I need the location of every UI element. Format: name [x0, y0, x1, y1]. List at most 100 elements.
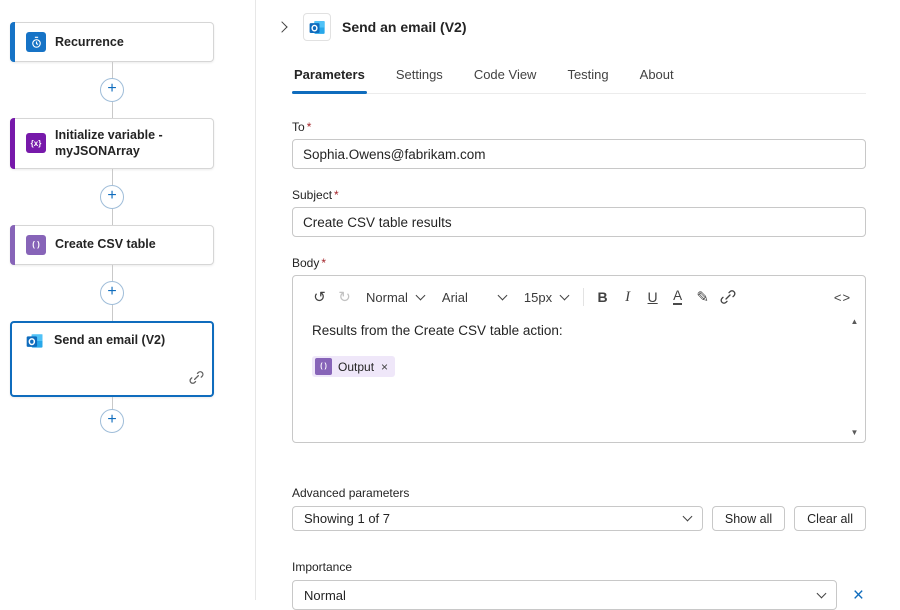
node-label: Create CSV table: [55, 236, 156, 252]
advanced-parameters-dropdown[interactable]: Showing 1 of 7: [292, 506, 703, 531]
flow-column: Recurrence + {x} Initialize variable - m…: [10, 22, 214, 445]
chevron-down-icon: [560, 290, 570, 300]
chevron-down-icon: [682, 512, 692, 522]
label-text: Body: [292, 256, 319, 270]
insert-step-button[interactable]: +: [100, 185, 124, 209]
redo-icon[interactable]: ↻: [332, 284, 357, 310]
outlook-icon: [303, 13, 331, 41]
tab-parameters[interactable]: Parameters: [292, 61, 367, 93]
recurrence-icon: [26, 32, 46, 52]
node-footer: [25, 360, 204, 390]
dropdown-value: Showing 1 of 7: [304, 511, 390, 526]
flow-connector: +: [10, 62, 214, 118]
to-label: To*: [292, 120, 866, 134]
italic-icon[interactable]: I: [615, 284, 640, 310]
body-label: Body*: [292, 256, 866, 270]
flow-node-send-email-selected[interactable]: Send an email (V2): [10, 321, 214, 397]
underline-icon[interactable]: U: [640, 284, 665, 310]
scroll-up-icon[interactable]: ▲: [851, 318, 859, 326]
body-field: Body* ↺ ↻ Normal Arial: [292, 256, 866, 443]
required-asterisk: *: [334, 188, 339, 202]
required-asterisk: *: [307, 120, 312, 134]
editor-toolbar: ↺ ↻ Normal Arial 15px: [293, 276, 865, 314]
body-text: Results from the Create CSV table action…: [312, 323, 831, 338]
node-label: Initialize variable - myJSONArray: [55, 127, 203, 160]
collapse-panel-button[interactable]: [272, 15, 292, 39]
size-value: 15px: [524, 290, 552, 305]
scroll-down-icon[interactable]: ▼: [851, 429, 859, 437]
link-icon[interactable]: [189, 370, 204, 390]
font-family-dropdown[interactable]: Arial: [433, 284, 515, 310]
editor-scrollbar[interactable]: ▲ ▼: [848, 318, 861, 437]
power-automate-designer: Recurrence + {x} Initialize variable - m…: [0, 0, 900, 600]
parameters-form: To* Subject* Body* ↺ ↻: [292, 120, 866, 610]
plus-icon: +: [107, 188, 116, 204]
font-color-glyph: A: [673, 289, 682, 306]
bold-icon[interactable]: B: [590, 284, 615, 310]
dropdown-value: Normal: [304, 588, 346, 603]
token-label: Output: [338, 360, 374, 374]
plus-icon: +: [107, 81, 116, 97]
font-color-icon[interactable]: A: [665, 284, 690, 310]
font-size-dropdown[interactable]: 15px: [515, 284, 577, 310]
action-panel: Send an email (V2) Parameters Settings C…: [256, 0, 900, 600]
insert-step-button[interactable]: +: [100, 78, 124, 102]
to-field: To*: [292, 120, 866, 169]
initialize-variable-icon: {x}: [26, 133, 46, 153]
flow-connector: +: [10, 265, 214, 321]
tab-about[interactable]: About: [638, 61, 676, 93]
remove-importance-icon[interactable]: ×: [851, 586, 866, 605]
flow-connector: +: [10, 169, 214, 225]
tab-code-view[interactable]: Code View: [472, 61, 539, 93]
chevron-right-icon: [276, 21, 287, 32]
panel-tabs: Parameters Settings Code View Testing Ab…: [292, 61, 866, 94]
subject-field: Subject*: [292, 188, 866, 237]
create-csv-table-icon: ( ): [26, 235, 46, 255]
subject-label: Subject*: [292, 188, 866, 202]
clear-all-button[interactable]: Clear all: [794, 506, 866, 531]
panel-header: Send an email (V2): [272, 13, 900, 41]
insert-step-button[interactable]: +: [100, 409, 124, 433]
flow-node-initialize-variable[interactable]: {x} Initialize variable - myJSONArray: [10, 118, 214, 169]
output-token-chip[interactable]: ( ) Output ×: [312, 356, 395, 377]
flow-connector: +: [10, 397, 214, 445]
chevron-down-icon: [415, 290, 425, 300]
importance-label: Importance: [292, 560, 866, 574]
node-header: Send an email (V2): [25, 331, 204, 351]
insert-step-button[interactable]: +: [100, 281, 124, 305]
advanced-parameters-row: Showing 1 of 7 Show all Clear all: [292, 506, 866, 531]
email-body-content[interactable]: Results from the Create CSV table action…: [293, 314, 865, 377]
importance-row: Normal ×: [292, 580, 866, 610]
rich-text-editor: ↺ ↻ Normal Arial 15px: [292, 275, 866, 443]
importance-dropdown[interactable]: Normal: [292, 580, 837, 610]
label-text: Subject: [292, 188, 332, 202]
html-code-view-icon[interactable]: <>: [830, 284, 855, 310]
data-operation-icon: ( ): [315, 358, 332, 375]
flow-canvas: Recurrence + {x} Initialize variable - m…: [0, 0, 256, 600]
plus-icon: +: [107, 284, 116, 300]
show-all-button[interactable]: Show all: [712, 506, 785, 531]
subject-input[interactable]: [292, 207, 866, 237]
chevron-down-icon: [816, 588, 826, 598]
to-input[interactable]: [292, 139, 866, 169]
required-asterisk: *: [321, 256, 326, 270]
panel-title: Send an email (V2): [342, 19, 466, 35]
font-value: Arial: [442, 290, 468, 305]
chevron-down-icon: [497, 290, 507, 300]
flow-node-recurrence[interactable]: Recurrence: [10, 22, 214, 62]
flow-node-create-csv-table[interactable]: ( ) Create CSV table: [10, 225, 214, 265]
node-label: Recurrence: [55, 34, 124, 50]
paragraph-style-dropdown[interactable]: Normal: [357, 284, 433, 310]
insert-link-icon[interactable]: [715, 284, 740, 310]
tab-settings[interactable]: Settings: [394, 61, 445, 93]
label-text: To: [292, 120, 305, 134]
node-label: Send an email (V2): [54, 332, 165, 348]
remove-token-icon[interactable]: ×: [381, 360, 388, 374]
tab-testing[interactable]: Testing: [565, 61, 610, 93]
undo-icon[interactable]: ↺: [307, 284, 332, 310]
style-value: Normal: [366, 290, 408, 305]
toolbar-divider: [583, 288, 584, 306]
outlook-icon: [25, 331, 45, 351]
highlight-icon[interactable]: ✎: [690, 284, 715, 310]
advanced-parameters-label: Advanced parameters: [292, 486, 866, 500]
